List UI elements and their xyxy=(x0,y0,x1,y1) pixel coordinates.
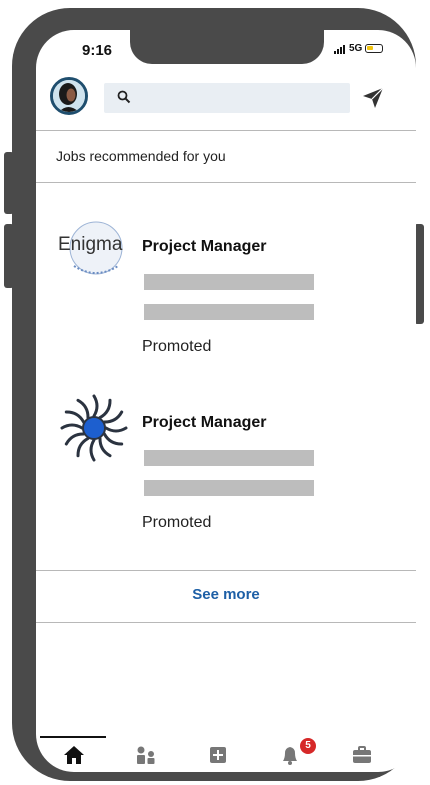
divider xyxy=(36,182,416,183)
sun-logo-icon xyxy=(60,394,128,462)
company-logo xyxy=(56,392,134,462)
notification-badge: 5 xyxy=(300,738,316,754)
avatar[interactable] xyxy=(50,77,88,115)
network-label: 5G xyxy=(349,43,363,54)
phone-frame: 9:16 5G Jobs recommended for you Enigma … xyxy=(12,8,416,781)
job-card[interactable]: Enigma Project Manager Promoted xyxy=(36,216,416,366)
bottom-nav: 5 xyxy=(36,736,416,772)
promoted-label: Promoted xyxy=(142,514,212,531)
divider xyxy=(36,570,416,571)
home-icon xyxy=(64,746,84,764)
avatar-image xyxy=(53,80,85,112)
post-icon xyxy=(210,747,226,763)
top-bar xyxy=(36,74,416,134)
signal-icon xyxy=(334,44,345,54)
placeholder-line xyxy=(144,304,314,320)
status-indicators: 5G xyxy=(334,43,384,54)
company-logo: Enigma xyxy=(56,216,134,286)
search-input[interactable] xyxy=(104,83,350,113)
job-title[interactable]: Project Manager xyxy=(142,414,266,432)
nav-network[interactable] xyxy=(126,736,166,772)
phone-screen: 9:16 5G Jobs recommended for you Enigma … xyxy=(36,30,416,772)
job-title[interactable]: Project Manager xyxy=(142,238,266,256)
section-title: Jobs recommended for you xyxy=(56,148,226,164)
nav-post[interactable] xyxy=(198,736,238,772)
placeholder-line xyxy=(144,274,314,290)
company-name: Enigma xyxy=(58,234,123,255)
send-message-icon[interactable] xyxy=(361,86,385,110)
network-icon xyxy=(137,746,155,764)
placeholder-line xyxy=(144,450,314,466)
promoted-label: Promoted xyxy=(142,338,212,355)
search-icon xyxy=(117,90,131,104)
briefcase-icon xyxy=(353,746,371,763)
job-card[interactable]: Project Manager Promoted xyxy=(36,392,416,542)
divider xyxy=(36,130,416,131)
see-more-link[interactable]: See more xyxy=(36,586,416,603)
divider xyxy=(36,622,416,623)
notch xyxy=(130,30,324,64)
status-time: 9:16 xyxy=(82,42,113,59)
nav-jobs[interactable] xyxy=(342,736,382,772)
nav-home[interactable] xyxy=(54,736,94,772)
battery-icon xyxy=(365,44,384,53)
placeholder-line xyxy=(144,480,314,496)
